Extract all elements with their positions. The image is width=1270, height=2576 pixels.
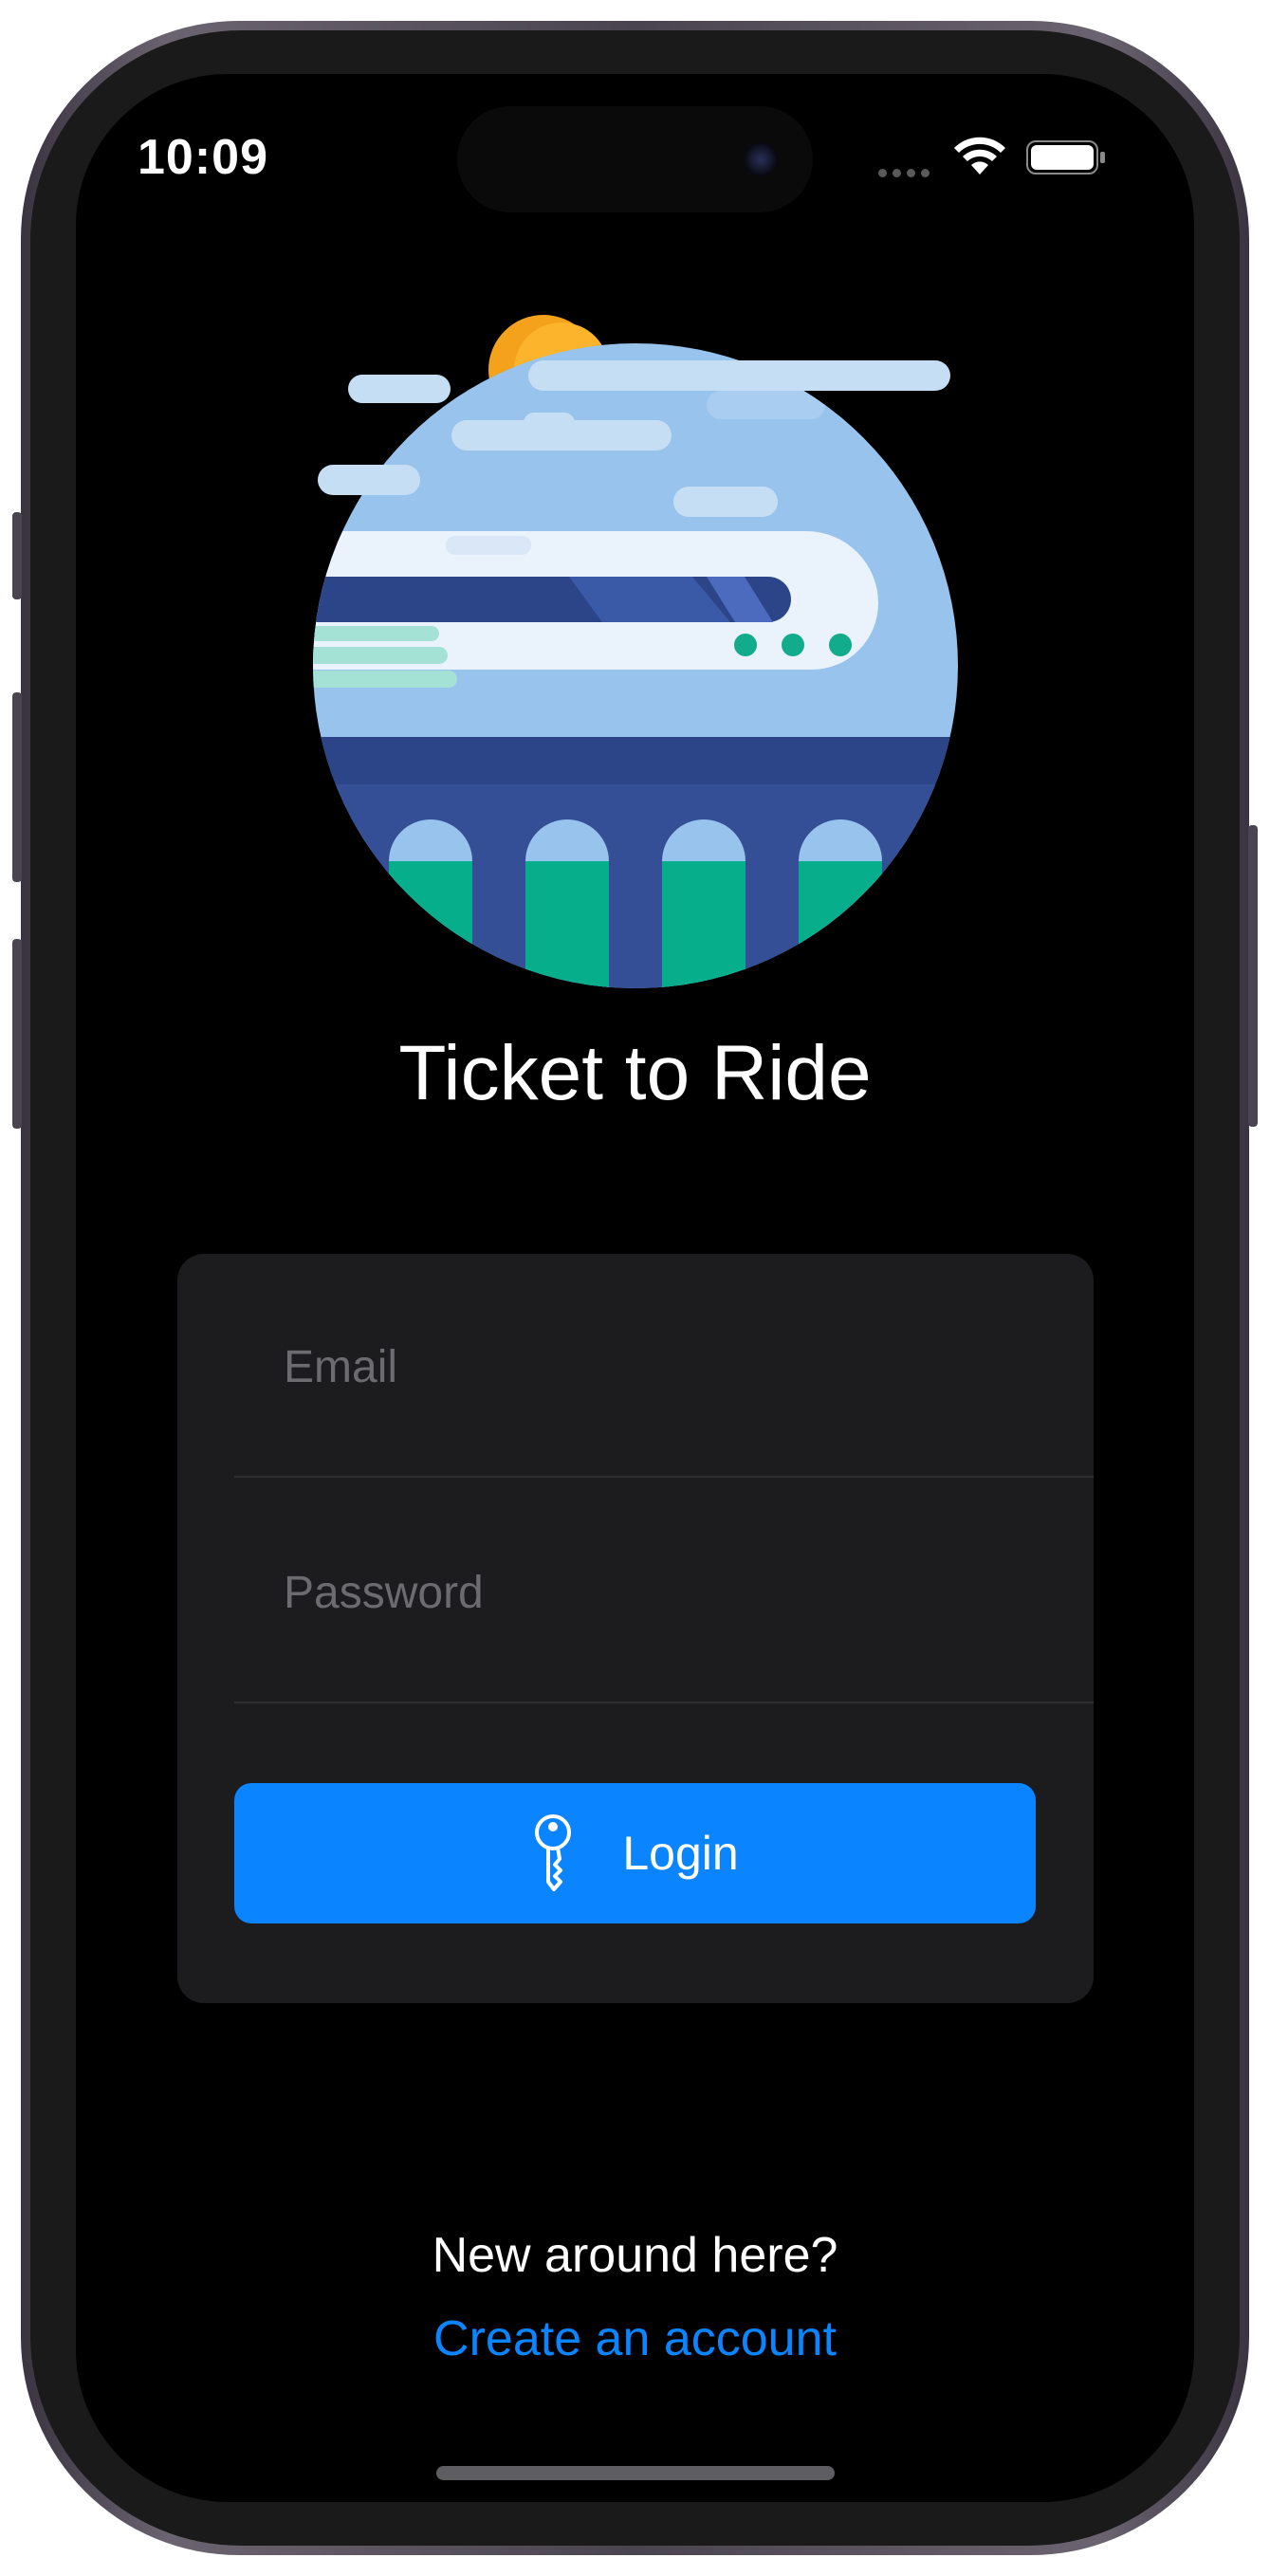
app-title: Ticket to Ride xyxy=(398,1030,872,1116)
email-input[interactable] xyxy=(282,1254,1044,1480)
volume-up-button xyxy=(12,692,22,882)
password-divider xyxy=(234,1702,1094,1703)
create-account-link[interactable]: Create an account xyxy=(0,2310,1270,2367)
train-illustration xyxy=(313,315,958,988)
email-field[interactable] xyxy=(234,1254,1094,1480)
password-input[interactable] xyxy=(282,1480,1044,1705)
battery-icon xyxy=(1026,140,1105,175)
password-field[interactable] xyxy=(234,1480,1094,1705)
dynamic-island xyxy=(457,106,813,212)
login-card: Login xyxy=(177,1254,1094,2003)
wifi-icon xyxy=(954,137,1005,175)
key-icon xyxy=(535,1814,572,1891)
login-button-label: Login xyxy=(622,1827,739,1880)
front-camera-icon xyxy=(744,142,778,176)
email-divider xyxy=(234,1476,1094,1478)
cellular-signal-icon xyxy=(878,165,935,182)
status-time: 10:09 xyxy=(138,130,268,185)
action-button xyxy=(12,512,22,599)
signup-prompt: New around here? xyxy=(432,2228,838,2283)
login-button[interactable]: Login xyxy=(234,1783,1036,1923)
home-indicator[interactable] xyxy=(436,2466,835,2480)
